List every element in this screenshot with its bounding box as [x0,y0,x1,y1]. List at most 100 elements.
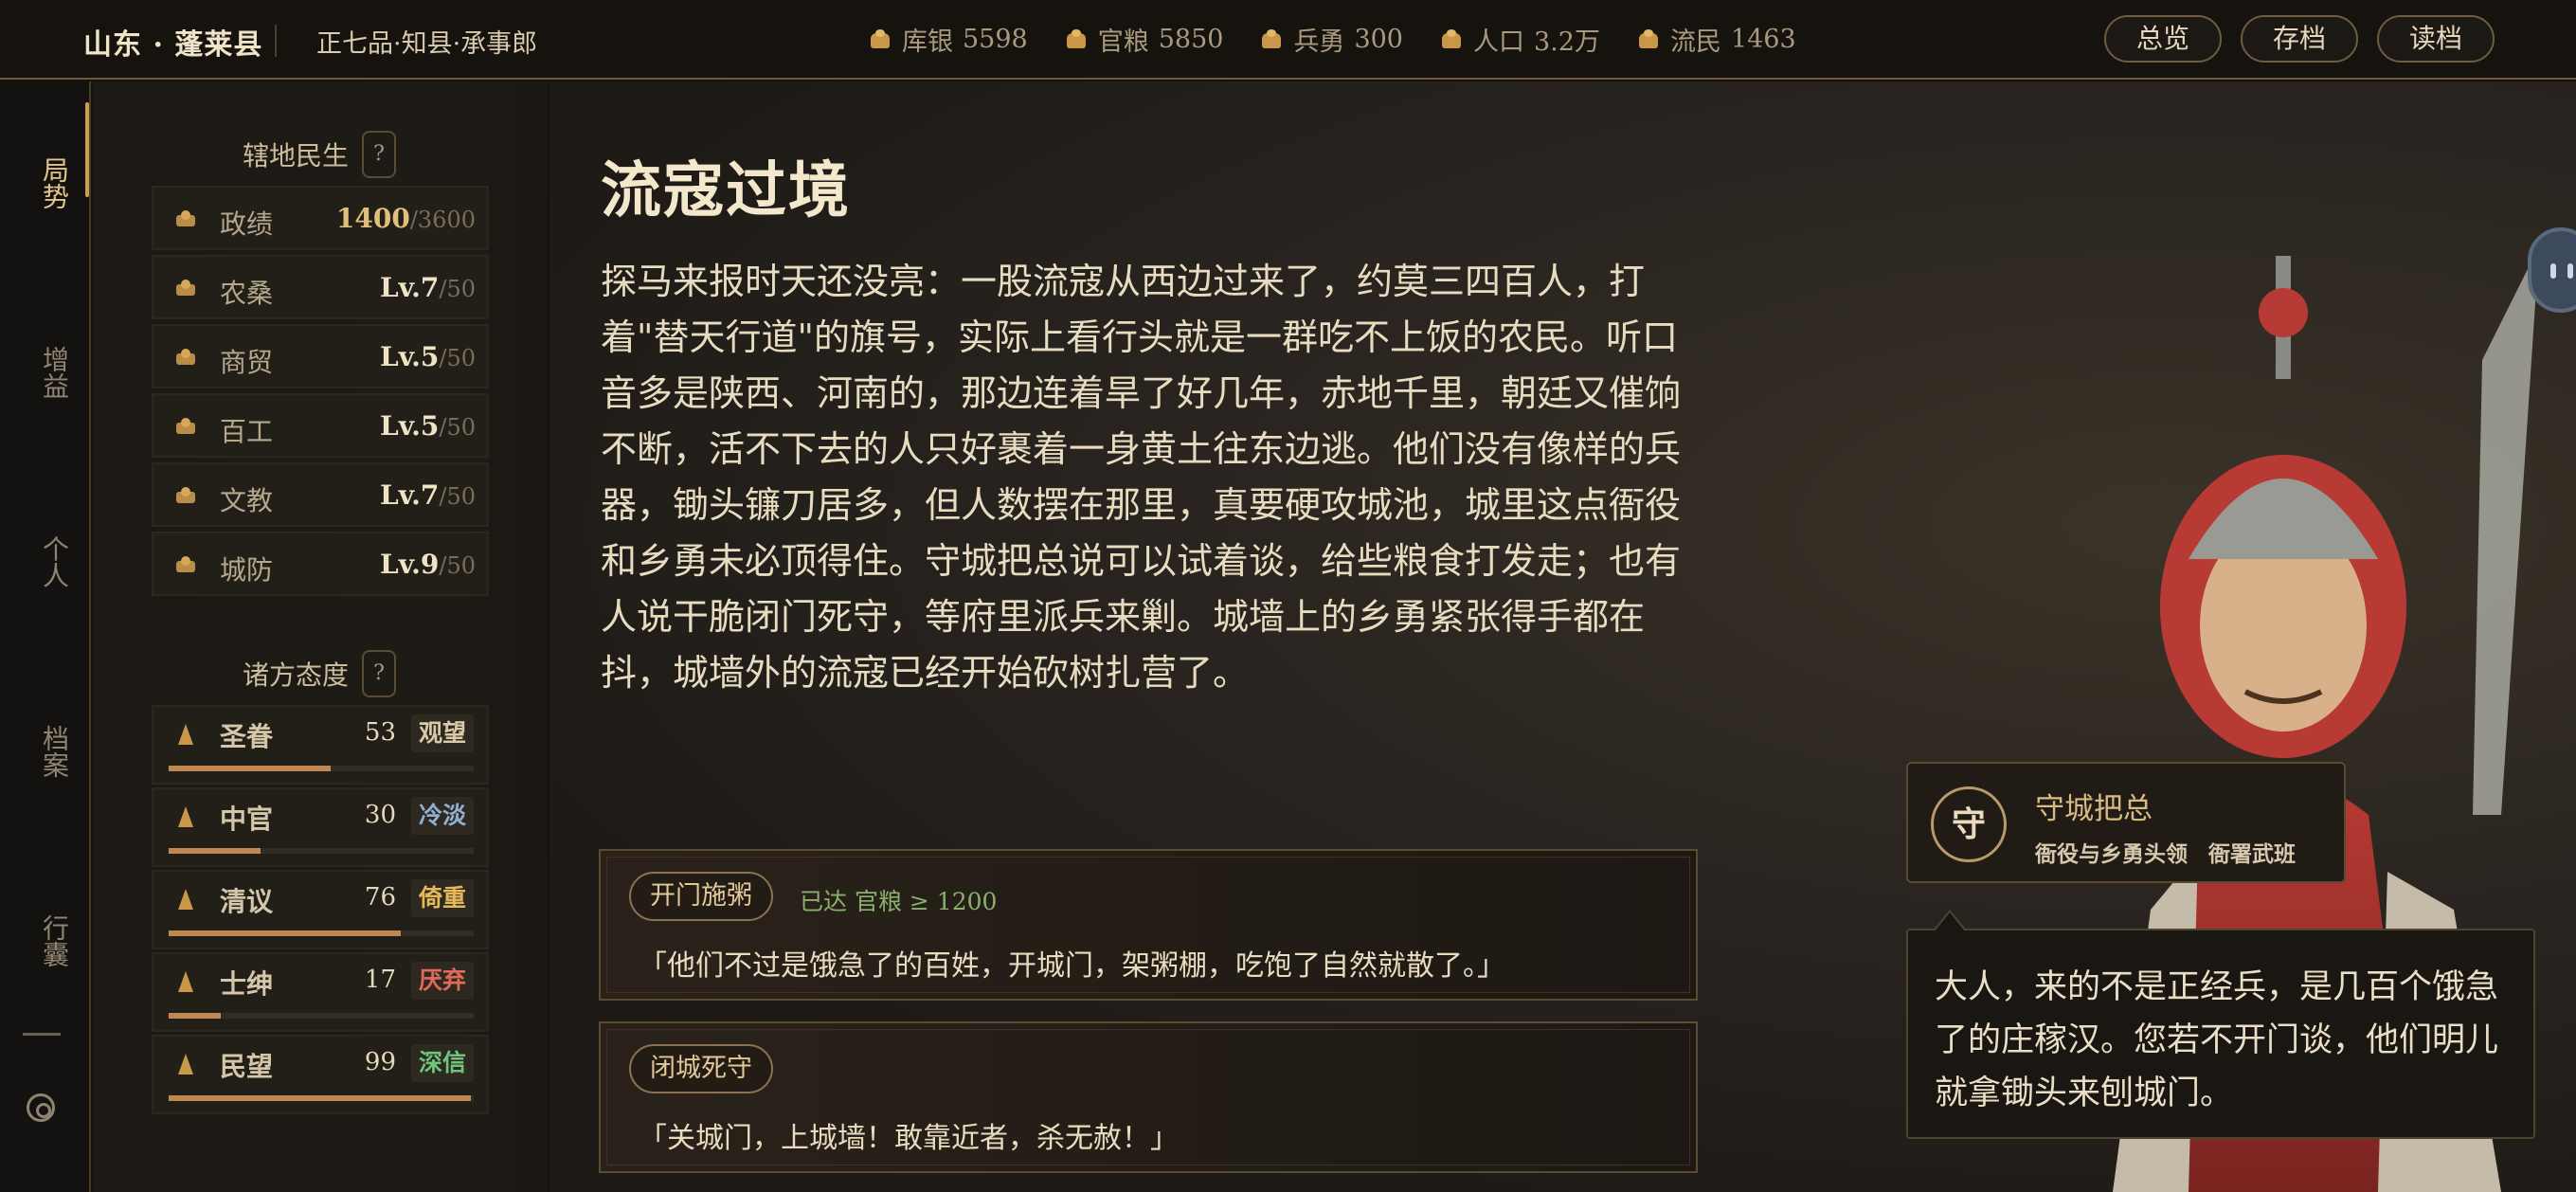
stat-max: /50 [439,414,476,441]
stat-label: 文教 [220,485,274,516]
soldier-icon [1259,27,1284,52]
npc-role: 衙役与乡勇头领 [2035,841,2188,867]
resource-population: 人口 3.2万 [1439,21,1600,58]
choice-requirement: 已达 官粮 ≥ 1200 [800,888,998,915]
resource-label: 流民 [1669,27,1721,57]
resource-value: 1463 [1730,25,1796,54]
nav-personal[interactable]: 个人 [19,519,72,605]
attitude-row[interactable]: 中官 30 冷淡 [152,787,489,867]
nav-inventory[interactable]: 行囊 [19,898,72,984]
nav-divider [23,1033,61,1036]
stat-value-group: Lv.7/50 [380,272,476,303]
stat-label: 农桑 [220,278,274,309]
attitude-bar-fill [169,766,331,771]
resource-value: 300 [1354,25,1403,54]
attitude-row[interactable]: 士绅 17 厌弃 [152,952,489,1032]
stat-label: 城防 [220,554,274,586]
faction-label: 民望 [220,1051,274,1082]
attitude-bar [169,1013,474,1019]
stat-icon [174,279,197,298]
resource-label: 人口 [1472,27,1524,57]
attitude-bar [169,930,474,936]
resource-value: 3.2万 [1533,27,1600,57]
stat-label: 商贸 [220,347,274,378]
attitude-bar-fill [169,848,261,854]
npc-name: 守城把总 [2035,792,2153,826]
attitude-header: 诸方态度 ? [243,650,397,697]
choice-quote: 「他们不过是饿急了的百姓，开城门，架粥棚，吃饱了自然就散了。」 [639,949,1505,983]
attitude-badge: 冷淡 [410,797,474,835]
attitude-row[interactable]: 民望 99 深信 [152,1035,489,1114]
header-divider [275,25,277,57]
resource-value: 5598 [963,25,1028,54]
faction-value: 76 [364,883,396,912]
stat-row[interactable]: 城防 Lv.9/50 [152,532,489,596]
resource-label: 官粮 [1097,27,1149,57]
stat-row[interactable]: 政绩 1400/3600 [152,186,489,250]
top-buttons: 总览 存档 读档 [2103,15,2495,63]
stat-row[interactable]: 文教 Lv.7/50 [152,462,489,527]
stat-max: /3600 [409,207,476,233]
faction-value: 99 [364,1048,396,1076]
settings-icon[interactable] [27,1093,55,1122]
stat-icon [174,555,197,574]
nav-situation[interactable]: 局势 [19,140,72,226]
left-nav: 局势 增益 个人 档案 行囊 [0,81,91,1192]
assistant-icon[interactable] [2528,227,2576,313]
attitude-bar-fill [169,930,401,936]
choice-label[interactable]: 开门施粥 [629,872,773,921]
choice-quote: 「关城门，上城墙！敢靠近者，杀无赦！」 [639,1122,1179,1155]
event-description: 探马来报时天还没亮：一股流寇从西边过来了，约莫三四百人，打着"替天行道"的旗号，… [601,261,1682,694]
attitude-bar-fill [169,1095,471,1101]
event-title: 流寇过境 [601,155,851,226]
npc-subtitle: 衙役与乡勇头领 衙署武班 [2035,836,2296,868]
stat-value-group: Lv.5/50 [380,341,476,372]
attitude-title: 诸方态度 [243,659,350,691]
resource-refugees: 流民 1463 [1636,21,1796,58]
governance-header: 辖地民生 ? [243,131,397,178]
faction-value: 30 [364,801,396,829]
stat-max: /50 [439,276,476,302]
faction-label: 圣眷 [220,721,274,752]
stat-label: 百工 [220,416,274,447]
stat-label: 政绩 [220,208,274,240]
stat-icon [174,348,197,367]
attitude-row[interactable]: 清议 76 倚重 [152,870,489,949]
load-button[interactable]: 读档 [2376,15,2495,63]
choice-label[interactable]: 闭城死守 [629,1044,773,1093]
choice-defend-city[interactable]: 闭城死守 「关城门，上城墙！敢靠近者，杀无赦！」 [599,1021,1698,1173]
stat-row[interactable]: 农桑 Lv.7/50 [152,255,489,319]
save-button[interactable]: 存档 [2240,15,2358,63]
stat-max: /50 [439,552,476,579]
stat-value-group: Lv.5/50 [380,410,476,442]
refugee-icon [1636,27,1661,52]
top-bar: 山东 · 蓬莱县 正七品·知县·承事郎 库银 5598 官粮 5850 兵勇 300 … [0,0,2576,80]
attitude-bar [169,1095,474,1101]
faction-icon [174,1052,197,1076]
stat-value: Lv.9 [380,549,440,580]
faction-label: 中官 [220,804,274,835]
stat-value: Lv.7 [380,479,440,511]
attitude-row[interactable]: 圣眷 53 观望 [152,705,489,785]
choice-open-gate[interactable]: 开门施粥 已达 官粮 ≥ 1200 「他们不过是饿急了的百姓，开城门，架粥棚，吃… [599,849,1698,1001]
stat-value: 1400 [335,203,410,234]
attitude-help-button[interactable]: ? [362,650,397,697]
nav-archive[interactable]: 档案 [19,709,72,794]
stat-value-group: Lv.9/50 [380,549,476,580]
faction-icon [174,722,197,747]
stat-value: Lv.5 [380,410,440,442]
stat-value: Lv.7 [380,272,440,303]
stat-value-group: 1400/3600 [336,203,476,234]
stat-row[interactable]: 百工 Lv.5/50 [152,393,489,458]
governance-help-button[interactable]: ? [362,131,397,178]
resource-bar: 库银 5598 官粮 5850 兵勇 300 人口 3.2万 流民 1463 [868,21,1796,58]
attitude-bar [169,848,474,854]
nav-active-indicator [85,102,89,197]
faction-icon [174,887,197,912]
stat-row[interactable]: 商贸 Lv.5/50 [152,324,489,388]
resource-grain: 官粮 5850 [1064,21,1223,58]
resource-soldiers: 兵勇 300 [1259,21,1403,58]
stat-icon [174,486,197,505]
nav-buffs[interactable]: 增益 [19,330,72,415]
overview-button[interactable]: 总览 [2103,15,2222,63]
